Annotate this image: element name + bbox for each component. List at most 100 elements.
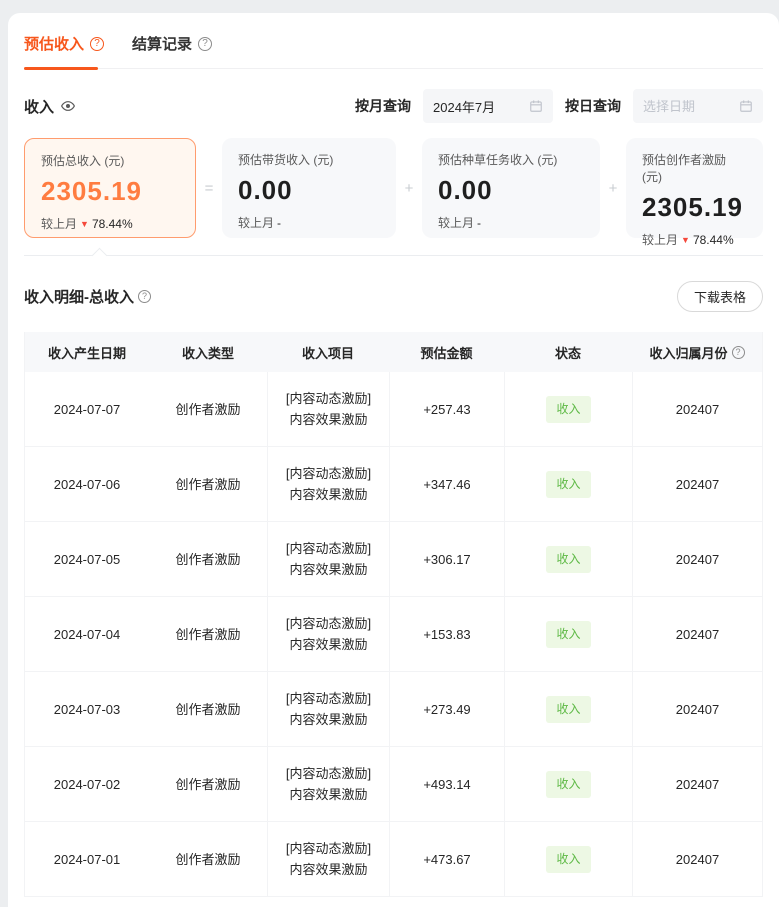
card-label: 预估种草任务收入 (元) — [438, 151, 584, 168]
compare-value: 78.44% — [92, 217, 133, 231]
card-creator-incentive[interactable]: 预估创作者激励 (元) 2305.19 较上月 ▼ 78.44% — [626, 138, 763, 238]
cell-estimated-amount: +473.67 — [389, 822, 504, 897]
date-filters: 按月查询 按日查询 — [355, 89, 763, 123]
cell-income-project: [内容动态激励] 内容效果激励 — [267, 672, 389, 747]
header-status: 状态 — [504, 332, 632, 372]
cell-status: 收入 — [504, 447, 632, 522]
table-row: 2024-07-04 创作者激励 [内容动态激励] 内容效果激励 +153.83… — [25, 597, 762, 672]
cell-income-type: 创作者激励 — [149, 822, 267, 897]
cell-income-month: 202407 — [632, 372, 762, 447]
cell-estimated-amount: +347.46 — [389, 447, 504, 522]
project-line-2: 内容效果激励 — [289, 409, 367, 430]
detail-header: 收入明细-总收入 ? 下载表格 — [24, 281, 763, 312]
help-icon[interactable]: ? — [198, 37, 212, 51]
card-commerce-income[interactable]: 预估带货收入 (元) 0.00 较上月 - — [222, 138, 396, 238]
cell-income-project: [内容动态激励] 内容效果激励 — [267, 522, 389, 597]
controls-row: 收入 按月查询 按日查询 — [24, 89, 763, 123]
cell-estimated-amount: +273.49 — [389, 672, 504, 747]
status-badge: 收入 — [546, 696, 590, 723]
project-line-1: [内容动态激励] — [286, 388, 371, 409]
tab-settlement-records-label: 结算记录 — [132, 33, 192, 54]
project-line-1: [内容动态激励] — [286, 763, 371, 784]
help-icon[interactable]: ? — [732, 346, 745, 359]
header-income-type: 收入类型 — [149, 332, 267, 372]
cell-income-project: [内容动态激励] 内容效果激励 — [267, 447, 389, 522]
project-line-1: [内容动态激励] — [286, 538, 371, 559]
card-label: 预估创作者激励 (元) — [642, 151, 747, 185]
detail-section-title: 收入明细-总收入 ? — [24, 286, 151, 307]
trend-down-icon: ▼ — [80, 219, 89, 229]
cell-income-date: 2024-07-06 — [25, 447, 149, 522]
compare-value: 78.44% — [693, 233, 734, 247]
status-badge: 收入 — [546, 546, 590, 573]
day-picker-input[interactable] — [643, 99, 735, 114]
project-line-1: [内容动态激励] — [286, 838, 371, 859]
header-income-project: 收入项目 — [267, 332, 389, 372]
cell-status: 收入 — [504, 372, 632, 447]
compare-label: 较上月 — [642, 231, 678, 248]
card-compare: 较上月 - — [238, 214, 380, 231]
cell-income-month: 202407 — [632, 447, 762, 522]
cell-status: 收入 — [504, 597, 632, 672]
month-query-label: 按月查询 — [355, 96, 411, 116]
card-value: 0.00 — [238, 175, 380, 206]
equals-operator: = — [196, 180, 222, 197]
cell-income-type: 创作者激励 — [149, 447, 267, 522]
cell-income-project: [内容动态激励] 内容效果激励 — [267, 747, 389, 822]
table-row: 2024-07-07 创作者激励 [内容动态激励] 内容效果激励 +257.43… — [25, 372, 762, 447]
header-estimated-amount: 预估金额 — [389, 332, 504, 372]
cell-income-date: 2024-07-04 — [25, 597, 149, 672]
cell-income-type: 创作者激励 — [149, 372, 267, 447]
calendar-icon[interactable] — [739, 99, 753, 113]
status-badge: 收入 — [546, 621, 590, 648]
card-seeding-task-income[interactable]: 预估种草任务收入 (元) 0.00 较上月 - — [422, 138, 600, 238]
project-line-1: [内容动态激励] — [286, 688, 371, 709]
help-icon[interactable]: ? — [90, 37, 104, 51]
tab-estimated-income[interactable]: 预估收入 ? — [24, 33, 104, 68]
month-picker[interactable] — [423, 89, 553, 123]
income-detail-table: 收入产生日期 收入类型 收入项目 预估金额 状态 收入归属月份 ? 2024-0… — [24, 332, 763, 897]
table-row: 2024-07-01 创作者激励 [内容动态激励] 内容效果激励 +473.67… — [25, 822, 762, 897]
card-compare: 较上月 - — [438, 214, 584, 231]
compare-value: - — [277, 216, 281, 230]
cell-income-project: [内容动态激励] 内容效果激励 — [267, 822, 389, 897]
selection-caret-icon — [92, 248, 108, 264]
card-label: 预估带货收入 (元) — [238, 151, 380, 168]
eye-icon[interactable] — [60, 98, 76, 114]
header-income-month-label: 收入归属月份 — [649, 343, 727, 362]
cell-income-project: [内容动态激励] 内容效果激励 — [267, 372, 389, 447]
cell-income-type: 创作者激励 — [149, 597, 267, 672]
project-line-1: [内容动态激励] — [286, 463, 371, 484]
card-total-income[interactable]: 预估总收入 (元) 2305.19 较上月 ▼ 78.44% — [24, 138, 196, 238]
project-line-2: 内容效果激励 — [289, 709, 367, 730]
header-income-date: 收入产生日期 — [25, 332, 149, 372]
header-income-month: 收入归属月份 ? — [632, 332, 762, 372]
project-line-2: 内容效果激励 — [289, 784, 367, 805]
tab-settlement-records[interactable]: 结算记录 ? — [132, 33, 212, 68]
download-table-button[interactable]: 下载表格 — [677, 281, 763, 312]
status-badge: 收入 — [546, 396, 590, 423]
card-label: 预估总收入 (元) — [41, 152, 179, 169]
card-selection-divider — [24, 255, 763, 256]
cell-income-date: 2024-07-03 — [25, 672, 149, 747]
compare-value: - — [477, 216, 481, 230]
table-row: 2024-07-05 创作者激励 [内容动态激励] 内容效果激励 +306.17… — [25, 522, 762, 597]
status-badge: 收入 — [546, 471, 590, 498]
income-title-label: 收入 — [24, 96, 54, 117]
cell-income-type: 创作者激励 — [149, 747, 267, 822]
project-line-1: [内容动态激励] — [286, 613, 371, 634]
day-picker[interactable] — [633, 89, 763, 123]
help-icon[interactable]: ? — [138, 290, 151, 303]
cell-estimated-amount: +257.43 — [389, 372, 504, 447]
plus-operator: + — [396, 180, 422, 197]
month-picker-input[interactable] — [433, 99, 525, 114]
cell-status: 收入 — [504, 522, 632, 597]
cell-status: 收入 — [504, 672, 632, 747]
detail-title-label: 收入明细-总收入 — [24, 286, 134, 307]
cell-income-type: 创作者激励 — [149, 522, 267, 597]
summary-cards: 预估总收入 (元) 2305.19 较上月 ▼ 78.44% = 预估带货收入 … — [24, 138, 763, 238]
calendar-icon[interactable] — [529, 99, 543, 113]
table-row: 2024-07-03 创作者激励 [内容动态激励] 内容效果激励 +273.49… — [25, 672, 762, 747]
cell-income-month: 202407 — [632, 597, 762, 672]
card-value: 0.00 — [438, 175, 584, 206]
